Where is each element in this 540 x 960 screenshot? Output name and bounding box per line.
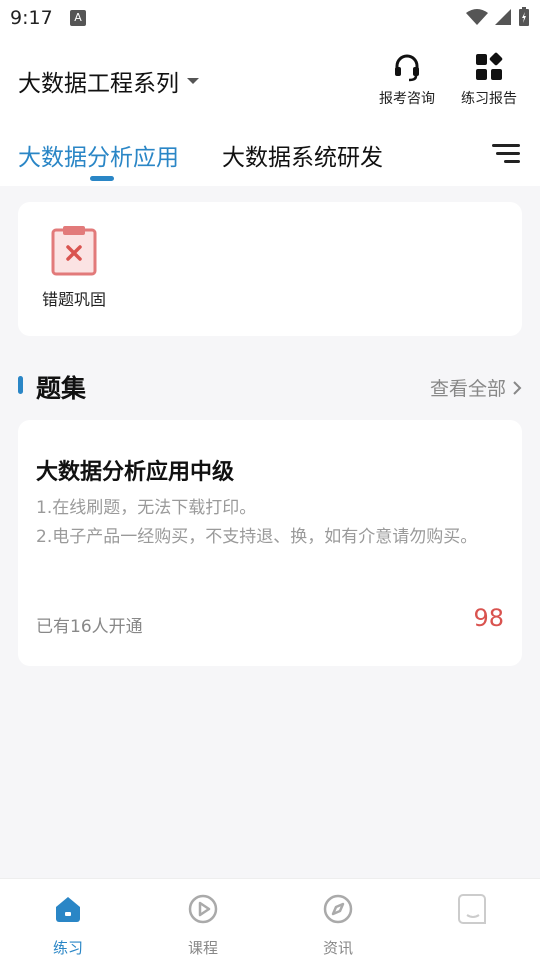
grid-report-icon — [476, 52, 503, 80]
notification-a-icon: A — [70, 10, 86, 26]
section-accent-bar — [18, 376, 23, 394]
headset-icon — [395, 54, 419, 82]
nav-courses-label: 课程 — [187, 939, 218, 957]
tab-system-dev[interactable]: 大数据系统研发 — [222, 138, 383, 172]
category-menu-button[interactable] — [492, 142, 520, 166]
question-set-desc-line-1: 1.在线刷题，无法下载打印。 — [36, 498, 257, 518]
question-set-desc-line-2: 2.电子产品一经购买，不支持退、换，如有介意请勿购买。 — [36, 527, 478, 547]
view-all-link[interactable]: 查看全部 — [430, 374, 522, 401]
wrong-question-review[interactable]: 错题巩固 — [38, 224, 110, 310]
nav-practice-label: 练习 — [52, 939, 83, 957]
bottom-nav: 练习 课程 资讯 — [0, 878, 540, 960]
compass-icon — [323, 894, 353, 924]
active-tab-indicator — [90, 176, 114, 181]
question-set-card[interactable]: 大数据分析应用中级 1.在线刷题，无法下载打印。 2.电子产品一经购买，不支持退… — [18, 420, 522, 666]
series-selector[interactable]: 大数据工程系列 — [18, 64, 199, 98]
nav-profile[interactable] — [438, 891, 508, 937]
section-header: 题集 查看全部 — [18, 368, 522, 404]
review-card: 错题巩固 — [18, 202, 522, 336]
question-set-description: 1.在线刷题，无法下载打印。 2.电子产品一经购买，不支持退、换，如有介意请勿购… — [36, 494, 496, 552]
caret-down-icon — [187, 78, 199, 84]
battery-icon — [519, 7, 529, 26]
practice-report-label: 练习报告 — [461, 91, 517, 107]
tab-data-analysis[interactable]: 大数据分析应用 — [18, 138, 179, 172]
profile-icon — [458, 894, 486, 924]
play-circle-icon — [188, 894, 218, 924]
nav-news[interactable]: 资讯 — [303, 891, 373, 958]
consult-label: 报考咨询 — [379, 91, 435, 107]
view-all-label: 查看全部 — [429, 378, 506, 400]
nav-practice[interactable]: 练习 — [33, 891, 103, 958]
consult-button[interactable]: 报考咨询 — [372, 50, 442, 108]
status-bar: 9:17 A — [0, 0, 540, 38]
wrong-question-label: 错题巩固 — [41, 290, 106, 309]
wifi-icon — [466, 9, 488, 25]
nav-news-label: 资讯 — [322, 939, 353, 957]
subscriber-count: 已有16人开通 — [36, 617, 143, 637]
practice-report-button[interactable]: 练习报告 — [454, 50, 524, 108]
home-icon — [56, 897, 80, 922]
category-tabs: 大数据分析应用 大数据系统研发 — [0, 134, 540, 186]
series-title: 大数据工程系列 — [18, 71, 179, 97]
price: 98 — [473, 604, 504, 632]
chevron-right-icon — [513, 380, 522, 395]
clipboard-x-icon — [51, 226, 97, 276]
nav-courses[interactable]: 课程 — [168, 891, 238, 958]
status-icons — [466, 7, 530, 27]
signal-icon — [495, 9, 511, 25]
status-time: 9:17 — [10, 7, 53, 29]
question-set-title: 大数据分析应用中级 — [36, 460, 235, 485]
section-title: 题集 — [36, 374, 87, 403]
header: 大数据工程系列 报考咨询 练习报告 大数据分析应用 大数据系统研发 — [0, 38, 540, 186]
